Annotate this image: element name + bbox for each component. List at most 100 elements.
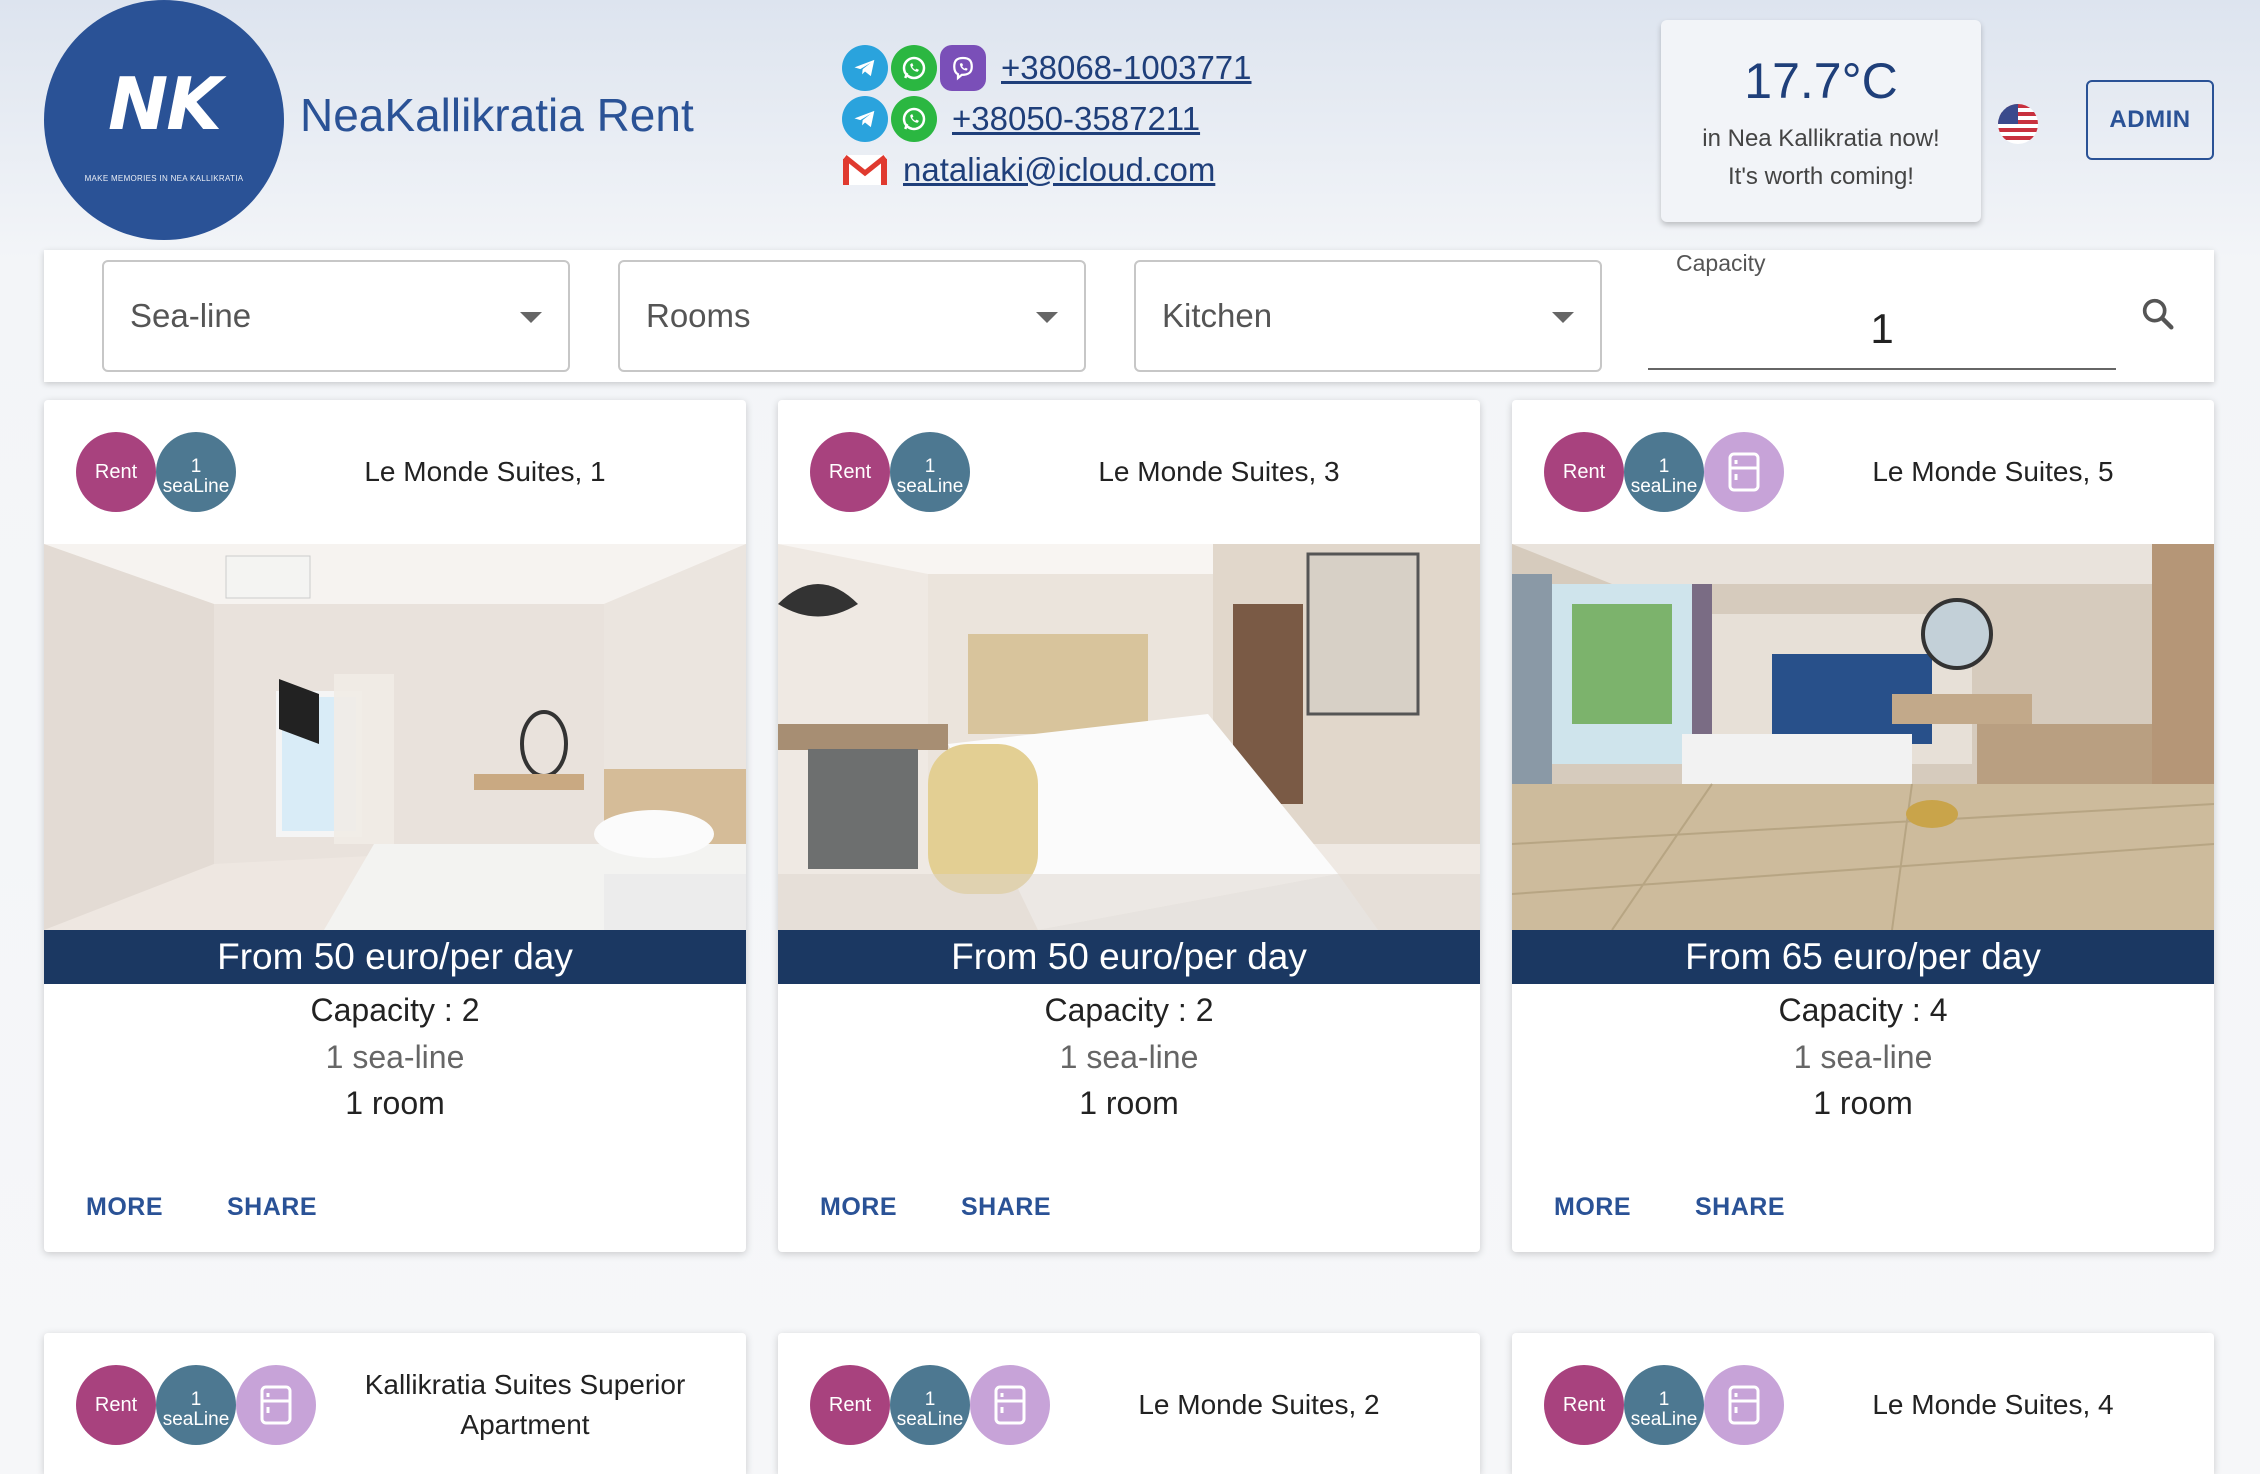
fridge-icon (970, 1365, 1050, 1445)
viber-icon[interactable] (940, 44, 986, 91)
capacity-text: Capacity : 2 (1044, 992, 1214, 1028)
card-header: Rent 1 seaLine Le Monde Suites, 3 (778, 400, 1480, 544)
us-flag-icon[interactable] (1998, 104, 2038, 144)
listing-card: Rent 1 seaLine Le Monde Suites, 5 From 6… (1512, 400, 2214, 1252)
more-button[interactable]: MORE (86, 1193, 163, 1222)
rooms-select[interactable]: Rooms (618, 260, 1086, 372)
search-icon[interactable] (2138, 294, 2178, 334)
chevron-down-icon (520, 312, 542, 323)
rooms-select-value: Rooms (646, 297, 751, 334)
price-bar: From 65 euro/per day (1512, 930, 2214, 984)
card-title: Le Monde Suites, 2 (1138, 1389, 1380, 1420)
sealine-badge: 1 seaLine (1624, 1365, 1704, 1445)
listing-card: Rent 1 seaLine Le Monde Suites, 3 From 5… (778, 400, 1480, 1252)
weather-line-1: in Nea Kallikratia now! (1702, 125, 1940, 152)
sea-line-select[interactable]: Sea-line (102, 260, 570, 372)
whatsapp-icon[interactable] (891, 95, 937, 142)
sea-line-text: 1 sea-line (1059, 1039, 1199, 1075)
price-bar: From 50 euro/per day (778, 930, 1480, 984)
card-actions: MORE SHARE (44, 1193, 341, 1222)
chevron-down-icon (1552, 312, 1574, 323)
sealine-badge-number: 1 (190, 456, 202, 477)
phone-link-1[interactable]: +38068-1003771 (1001, 49, 1252, 87)
fridge-icon (1704, 432, 1784, 512)
rent-badge: Rent (1544, 432, 1624, 512)
share-button[interactable]: SHARE (1695, 1193, 1785, 1222)
weather-line-2: It's worth coming! (1728, 163, 1914, 190)
contacts: +38068-1003771 +38050-3587211 nataliaki@… (842, 42, 1252, 195)
sea-line-text: 1 sea-line (1793, 1039, 1933, 1075)
chevron-down-icon (1036, 312, 1058, 323)
card-title: Le Monde Suites, 4 (1872, 1389, 2114, 1420)
card-actions: MORE SHARE (778, 1193, 1075, 1222)
sealine-badge-text: seaLine (896, 476, 964, 497)
room-photo[interactable] (1512, 544, 2214, 930)
telegram-icon[interactable] (842, 44, 888, 91)
card-title: Le Monde Suites, 5 (1872, 456, 2114, 487)
telegram-icon[interactable] (842, 95, 888, 142)
listing-card: Rent 1 seaLine Le Monde Suites, 2 (778, 1333, 1480, 1474)
kitchen-select-value: Kitchen (1162, 297, 1273, 334)
card-details: Capacity : 2 1 sea-line 1 room (44, 984, 746, 1126)
sealine-badge: 1 seaLine (1624, 432, 1704, 512)
gmail-icon[interactable] (842, 147, 888, 193)
contact-row-phone-1: +38068-1003771 (842, 42, 1252, 93)
card-header: Rent 1 seaLine Le Monde Suites, 4 (1512, 1333, 2214, 1474)
card-title: Le Monde Suites, 1 (364, 456, 606, 487)
kitchen-select[interactable]: Kitchen (1134, 260, 1602, 372)
rooms-text: 1 room (1079, 1085, 1179, 1121)
brand-name[interactable]: NeaKallikratia Rent (300, 88, 694, 142)
listing-card: Rent 1 seaLine Kallikratia Suites Superi… (44, 1333, 746, 1474)
sealine-badge: 1 seaLine (156, 1365, 236, 1445)
share-button[interactable]: SHARE (227, 1193, 317, 1222)
admin-button[interactable]: ADMIN (2086, 80, 2214, 160)
price-bar: From 50 euro/per day (44, 930, 746, 984)
rooms-text: 1 room (345, 1085, 445, 1121)
listing-card: Rent 1 seaLine Le Monde Suites, 1 From 5… (44, 400, 746, 1252)
sealine-badge-number: 1 (924, 456, 936, 477)
email-link[interactable]: nataliaki@icloud.com (903, 151, 1215, 189)
whatsapp-icon[interactable] (891, 44, 937, 91)
more-button[interactable]: MORE (820, 1193, 897, 1222)
fridge-icon (1704, 1365, 1784, 1445)
rent-badge: Rent (810, 432, 890, 512)
more-button[interactable]: MORE (1554, 1193, 1631, 1222)
card-details: Capacity : 2 1 sea-line 1 room (778, 984, 1480, 1126)
capacity-text: Capacity : 2 (310, 992, 480, 1028)
capacity-input[interactable] (1648, 290, 2116, 370)
card-title: Le Monde Suites, 3 (1098, 456, 1340, 487)
rent-badge: Rent (810, 1365, 890, 1445)
sealine-badge: 1 seaLine (890, 432, 970, 512)
rent-badge: Rent (1544, 1365, 1624, 1445)
phone-link-2[interactable]: +38050-3587211 (952, 100, 1200, 138)
sealine-badge: 1 seaLine (890, 1365, 970, 1445)
sealine-badge-text: seaLine (162, 476, 230, 497)
weather-temperature: 17.7°C (1744, 53, 1898, 109)
sealine-badge: 1 seaLine (156, 432, 236, 512)
sea-line-text: 1 sea-line (325, 1039, 465, 1075)
fridge-icon (236, 1365, 316, 1445)
weather-widget: 17.7°C in Nea Kallikratia now! It's wort… (1661, 20, 1981, 222)
sealine-badge-number: 1 (1658, 1389, 1670, 1410)
room-photo[interactable] (44, 544, 746, 930)
contact-row-phone-2: +38050-3587211 (842, 93, 1252, 144)
capacity-text: Capacity : 4 (1778, 992, 1948, 1028)
logo-tagline: MAKE MEMORIES IN NEA KALLIKRATIA (84, 173, 244, 183)
rent-badge: Rent (76, 432, 156, 512)
card-header: Rent 1 seaLine Le Monde Suites, 1 (44, 400, 746, 544)
sealine-badge-text: seaLine (162, 1409, 230, 1430)
card-header: Rent 1 seaLine Le Monde Suites, 2 (778, 1333, 1480, 1474)
sealine-badge-number: 1 (1658, 456, 1670, 477)
site-logo[interactable]: NK MAKE MEMORIES IN NEA KALLIKRATIA (44, 0, 284, 240)
sea-line-select-value: Sea-line (130, 297, 252, 334)
sealine-badge-text: seaLine (896, 1409, 964, 1430)
card-actions: MORE SHARE (1512, 1193, 1809, 1222)
sealine-badge-text: seaLine (1630, 476, 1698, 497)
rooms-text: 1 room (1813, 1085, 1913, 1121)
sealine-badge-text: seaLine (1630, 1409, 1698, 1430)
card-title: Kallikratia Suites Superior Apartment (364, 1369, 686, 1440)
sealine-badge-number: 1 (924, 1389, 936, 1410)
sealine-badge-number: 1 (190, 1389, 202, 1410)
share-button[interactable]: SHARE (961, 1193, 1051, 1222)
room-photo[interactable] (778, 544, 1480, 930)
